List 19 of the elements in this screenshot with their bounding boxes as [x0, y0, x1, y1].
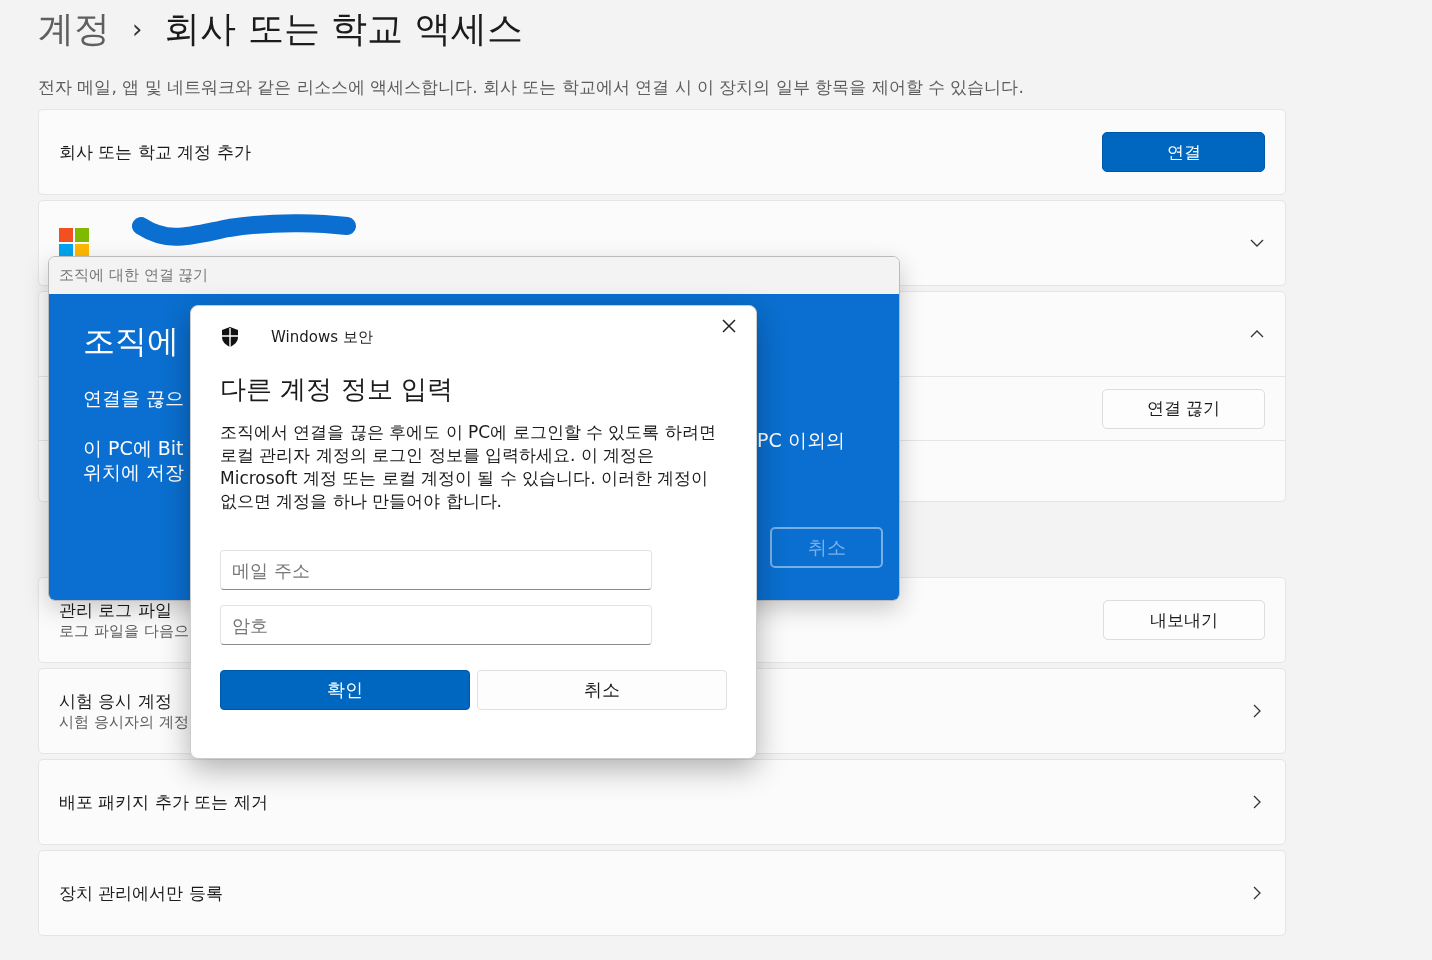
row-title: 회사 또는 학교 계정 추가	[59, 140, 251, 164]
dialog-text: 조직에서 연결을 끊은 후에도 이 PC에 로그인할 수 있도록 하려면 로컬 관리자 계정의 로그인 정보를 입력하세요. 이 계정은 Microsoft 계정 또는 로컬 계정이 될 수 있습니다. 이러한 계정이 없으면 계정을 하나 만들어야 합니다.	[220, 421, 717, 513]
page-description: 전자 메일, 앱 및 네트워크와 같은 리소스에 액세스합니다. 회사 또는 학교에서 연결 시 이 장치의 일부 항목을 제어할 수 있습니다.	[38, 76, 1025, 99]
dialog-text: 연결을 끊으	[83, 386, 185, 410]
window-title: 조직에 대한 연결 끊기	[49, 257, 899, 294]
dialog-heading: 조직에	[83, 321, 179, 362]
page-title: 회사 또는 학교 액세스	[164, 6, 523, 51]
row-subtitle: 시험 응시자의 계정	[59, 713, 189, 732]
row-title: 관리 로그 파일	[59, 599, 173, 622]
row-title: 시험 응시 계정	[59, 690, 173, 713]
dialog-text: 이 PC에 Bit	[83, 436, 184, 460]
dialog-text: 위치에 저장	[83, 460, 185, 484]
app-name: Windows 보안	[271, 327, 373, 347]
row-title: 장치 관리에서만 등록	[59, 881, 223, 905]
row-title: 배포 패키지 추가 또는 제거	[59, 790, 268, 814]
row-subtitle: 로그 파일을 다음으	[59, 622, 189, 641]
dialog-heading: 다른 계정 정보 입력	[220, 373, 454, 406]
dialog-text: PC 이외의	[757, 428, 845, 453]
breadcrumb-separator: ›	[132, 14, 143, 44]
